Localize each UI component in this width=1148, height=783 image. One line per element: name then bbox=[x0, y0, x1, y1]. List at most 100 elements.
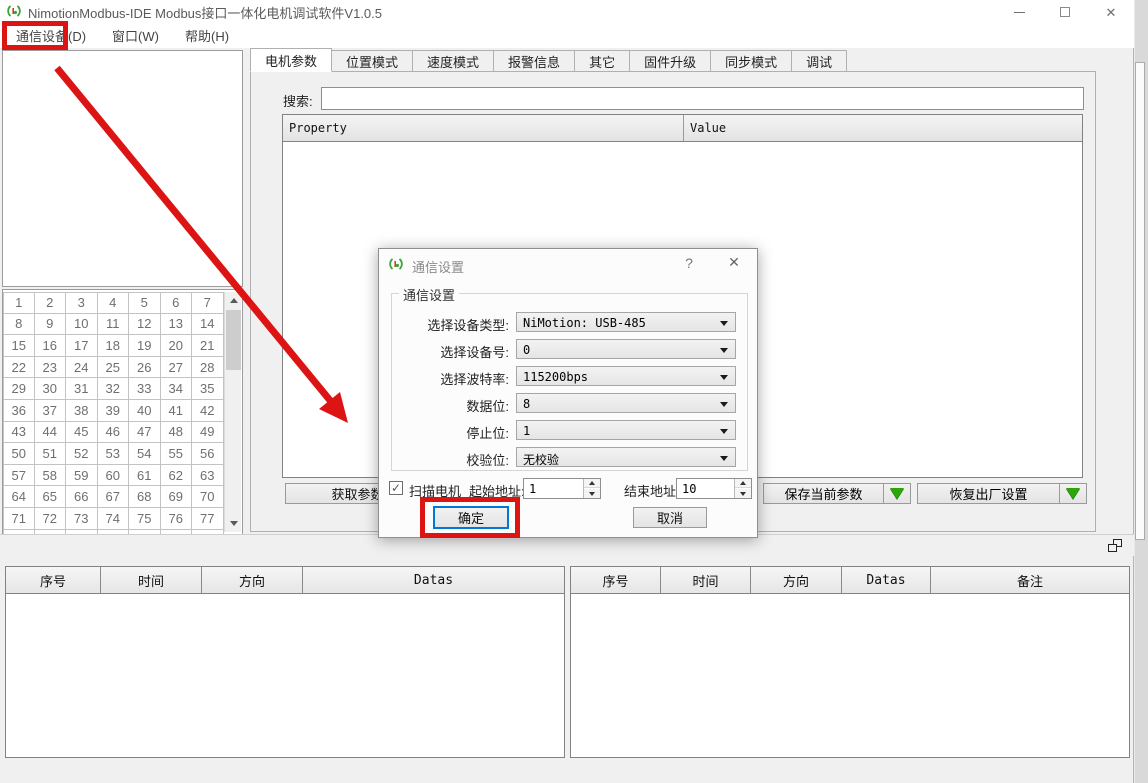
node-cell[interactable]: 59 bbox=[66, 465, 98, 487]
node-cell[interactable]: 53 bbox=[98, 443, 130, 465]
node-cell[interactable]: 42 bbox=[192, 400, 224, 422]
node-cell[interactable]: 19 bbox=[129, 335, 161, 357]
ok-button[interactable]: 确定 bbox=[433, 506, 509, 529]
combo-baud-rate[interactable]: 115200bps bbox=[516, 366, 736, 386]
node-cell[interactable]: 70 bbox=[192, 486, 224, 508]
node-cell[interactable]: 45 bbox=[66, 422, 98, 444]
factory-reset-button[interactable]: 恢复出厂设置 bbox=[917, 483, 1060, 504]
node-cell[interactable]: 69 bbox=[161, 486, 193, 508]
scan-motor-checkbox[interactable]: ✓ bbox=[389, 481, 403, 495]
node-cell[interactable]: 67 bbox=[98, 486, 130, 508]
stepper-up-icon[interactable] bbox=[735, 479, 751, 488]
start-address-stepper[interactable]: 1 bbox=[523, 478, 601, 499]
node-cell[interactable]: 30 bbox=[35, 378, 67, 400]
node-cell[interactable]: 2 bbox=[35, 292, 67, 314]
dialog-help-button[interactable]: ? bbox=[679, 255, 699, 275]
menu-item-1[interactable]: 通信设备(D) bbox=[4, 22, 98, 49]
node-cell[interactable]: 10 bbox=[66, 314, 98, 336]
stepper-down-icon[interactable] bbox=[584, 489, 600, 498]
node-cell[interactable]: 5 bbox=[129, 292, 161, 314]
node-cell[interactable]: 35 bbox=[192, 378, 224, 400]
node-cell[interactable]: 38 bbox=[66, 400, 98, 422]
node-cell[interactable]: 44 bbox=[35, 422, 67, 444]
node-cell[interactable]: 4 bbox=[98, 292, 130, 314]
node-cell[interactable]: 33 bbox=[129, 378, 161, 400]
node-cell[interactable]: 21 bbox=[192, 335, 224, 357]
node-cell[interactable]: 47 bbox=[129, 422, 161, 444]
tab-3[interactable]: 速度模式 bbox=[413, 50, 494, 72]
scrollbar-thumb[interactable] bbox=[226, 310, 241, 370]
node-cell[interactable]: 3 bbox=[66, 292, 98, 314]
node-cell[interactable]: 49 bbox=[192, 422, 224, 444]
node-cell[interactable]: 34 bbox=[161, 378, 193, 400]
node-cell[interactable]: 58 bbox=[35, 465, 67, 487]
node-cell[interactable]: 9 bbox=[35, 314, 67, 336]
node-cell[interactable]: 7 bbox=[192, 292, 224, 314]
scroll-up-icon[interactable] bbox=[225, 292, 242, 309]
node-cell[interactable]: 61 bbox=[129, 465, 161, 487]
menu-item-2[interactable]: 窗口(W) bbox=[100, 22, 171, 49]
minimize-button[interactable] bbox=[996, 0, 1042, 24]
node-cell[interactable]: 66 bbox=[66, 486, 98, 508]
factory-reset-dropdown-button[interactable] bbox=[1060, 483, 1087, 504]
node-cell[interactable]: 63 bbox=[192, 465, 224, 487]
combo-parity[interactable]: 无校验 bbox=[516, 447, 736, 467]
node-cell[interactable]: 14 bbox=[192, 314, 224, 336]
node-cell[interactable]: 22 bbox=[3, 357, 35, 379]
node-cell[interactable]: 43 bbox=[3, 422, 35, 444]
node-cell[interactable]: 51 bbox=[35, 443, 67, 465]
node-cell[interactable]: 37 bbox=[35, 400, 67, 422]
node-cell[interactable]: 8 bbox=[3, 314, 35, 336]
node-cell[interactable]: 46 bbox=[98, 422, 130, 444]
tab-5[interactable]: 其它 bbox=[575, 50, 630, 72]
node-cell[interactable]: 36 bbox=[3, 400, 35, 422]
node-cell[interactable]: 52 bbox=[66, 443, 98, 465]
node-cell[interactable]: 20 bbox=[161, 335, 193, 357]
save-params-dropdown-button[interactable] bbox=[884, 483, 911, 504]
close-button[interactable]: ✕ bbox=[1088, 0, 1134, 24]
log-table-left[interactable]: 序号时间方向Datas bbox=[5, 566, 565, 758]
dialog-titlebar[interactable]: 通信设置 ? ✕ bbox=[379, 249, 757, 279]
node-cell[interactable]: 39 bbox=[98, 400, 130, 422]
node-cell[interactable]: 23 bbox=[35, 357, 67, 379]
node-cell[interactable]: 60 bbox=[98, 465, 130, 487]
node-cell[interactable]: 24 bbox=[66, 357, 98, 379]
menu-item-3[interactable]: 帮助(H) bbox=[173, 22, 241, 49]
node-cell[interactable]: 57 bbox=[3, 465, 35, 487]
scroll-down-icon[interactable] bbox=[225, 515, 242, 532]
node-cell[interactable]: 27 bbox=[161, 357, 193, 379]
end-address-stepper[interactable]: 10 bbox=[676, 478, 752, 499]
node-cell[interactable]: 76 bbox=[161, 508, 193, 530]
stepper-up-icon[interactable] bbox=[584, 479, 600, 488]
node-cell[interactable]: 68 bbox=[129, 486, 161, 508]
save-params-button[interactable]: 保存当前参数 bbox=[763, 483, 884, 504]
combo-device-id[interactable]: 0 bbox=[516, 339, 736, 359]
node-cell[interactable]: 1 bbox=[3, 292, 35, 314]
node-cell[interactable]: 73 bbox=[66, 508, 98, 530]
node-cell[interactable]: 72 bbox=[35, 508, 67, 530]
node-cell[interactable]: 13 bbox=[161, 314, 193, 336]
node-cell[interactable]: 26 bbox=[129, 357, 161, 379]
combo-stop-bits[interactable]: 1 bbox=[516, 420, 736, 440]
cancel-button[interactable]: 取消 bbox=[633, 507, 707, 528]
node-cell[interactable]: 71 bbox=[3, 508, 35, 530]
float-dock-icon[interactable] bbox=[1108, 539, 1122, 552]
node-cell[interactable]: 54 bbox=[129, 443, 161, 465]
log-table-right[interactable]: 序号时间方向Datas备注 bbox=[570, 566, 1130, 758]
maximize-button[interactable] bbox=[1042, 0, 1088, 24]
node-cell[interactable]: 12 bbox=[129, 314, 161, 336]
node-cell[interactable]: 18 bbox=[98, 335, 130, 357]
node-cell[interactable]: 32 bbox=[98, 378, 130, 400]
device-tree-panel[interactable] bbox=[2, 50, 243, 287]
tab-6[interactable]: 固件升级 bbox=[630, 50, 711, 72]
node-cell[interactable]: 55 bbox=[161, 443, 193, 465]
node-cell[interactable]: 64 bbox=[3, 486, 35, 508]
combo-device-type[interactable]: NiMotion: USB-485 bbox=[516, 312, 736, 332]
node-cell[interactable]: 77 bbox=[192, 508, 224, 530]
tab-2[interactable]: 位置模式 bbox=[332, 50, 413, 72]
tab-8[interactable]: 调试 bbox=[792, 50, 847, 72]
node-cell[interactable]: 65 bbox=[35, 486, 67, 508]
node-cell[interactable]: 48 bbox=[161, 422, 193, 444]
search-input[interactable] bbox=[321, 87, 1084, 110]
node-cell[interactable]: 62 bbox=[161, 465, 193, 487]
